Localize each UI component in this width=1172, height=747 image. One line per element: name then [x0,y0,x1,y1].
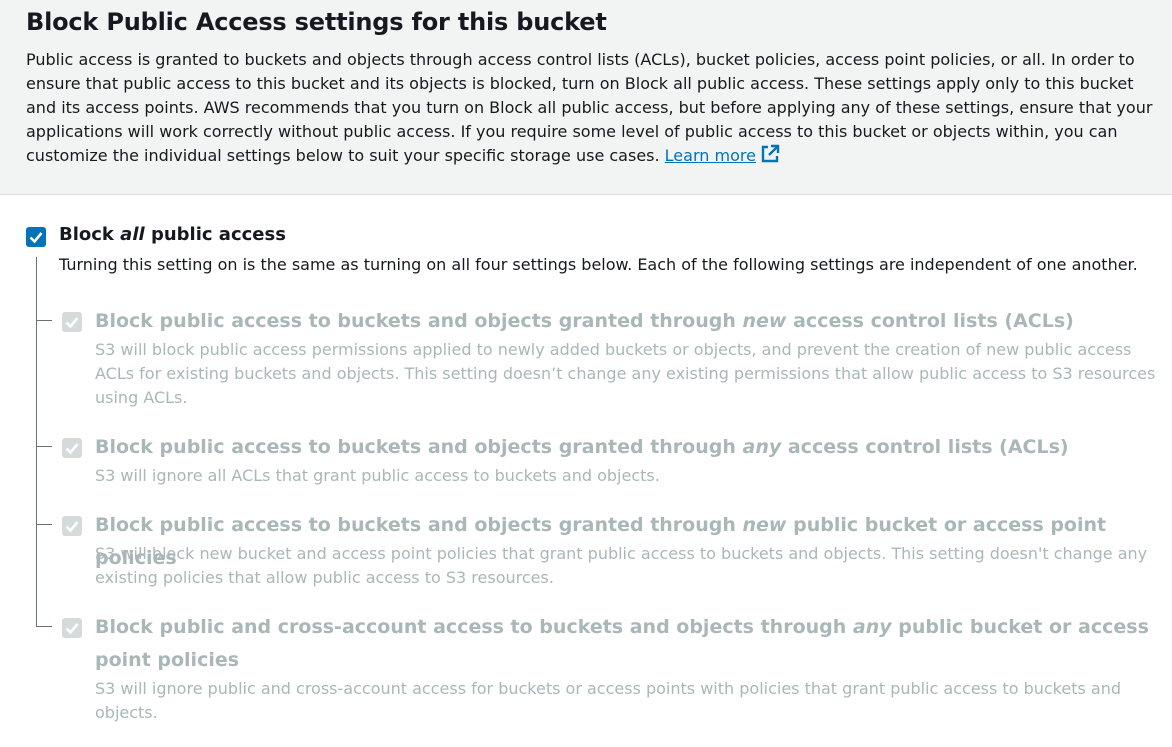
external-link-icon[interactable] [760,144,780,171]
option-label-em: any [852,616,892,638]
option-label-pre: Block public access to buckets and objec… [95,514,743,536]
option-any-policies-label[interactable]: Block public and cross-account access to… [95,611,1155,677]
option-any-policies-description: S3 will ignore public and cross-account … [95,679,1122,722]
option-label-post: access control lists (ACLs) [781,436,1069,458]
block-all-checkbox[interactable] [26,227,46,247]
tree-branch [36,524,52,525]
learn-more-link[interactable]: Learn more [665,144,780,165]
block-all-label-post: public access [144,224,286,245]
checkmark-icon [65,317,79,329]
checkmark-icon [29,232,43,244]
option-any-acls-checkbox[interactable] [62,438,82,458]
settings-description-text: Public access is granted to buckets and … [26,50,1153,165]
learn-more-label[interactable]: Learn more [665,146,756,165]
option-label-pre: Block public access to buckets and objec… [95,436,743,458]
option-label-pre: Block public access to buckets and objec… [95,310,743,332]
tree-branch [36,446,52,447]
page-title: Block Public Access settings for this bu… [26,8,607,36]
option-label-post: access control lists (ACLs) [786,310,1074,332]
tree-line [36,257,37,627]
option-any-acls-label[interactable]: Block public access to buckets and objec… [95,431,1155,464]
settings-header: Block Public Access settings for this bu… [0,0,1172,195]
option-label-em: any [742,436,782,458]
option-new-acls-description: S3 will block public access permissions … [95,340,1156,407]
tree-branch [36,320,52,321]
option-new-policies-description: S3 will block new bucket and access poin… [95,544,1148,587]
settings-description: Public access is granted to buckets and … [26,48,1166,171]
tree-branch [36,626,52,627]
checkmark-icon [65,623,79,635]
checkmark-icon [65,443,79,455]
block-all-label-em: all [120,224,145,245]
option-new-acls-checkbox[interactable] [62,312,82,332]
option-new-acls-label[interactable]: Block public access to buckets and objec… [95,305,1155,338]
option-any-acls-description: S3 will ignore all ACLs that grant publi… [95,466,660,485]
option-label-em: new [742,310,787,332]
block-all-description: Turning this setting on is the same as t… [59,255,1138,274]
checkmark-icon [65,521,79,533]
block-all-label[interactable]: Block all public access [59,223,286,247]
option-new-policies-checkbox[interactable] [62,516,82,536]
option-label-pre: Block public and cross-account access to… [95,616,853,638]
block-all-label-pre: Block [59,224,121,245]
settings-body: Block all public access Turning this set… [0,195,1172,747]
option-any-policies-checkbox[interactable] [62,618,82,638]
option-label-em: new [742,514,787,536]
